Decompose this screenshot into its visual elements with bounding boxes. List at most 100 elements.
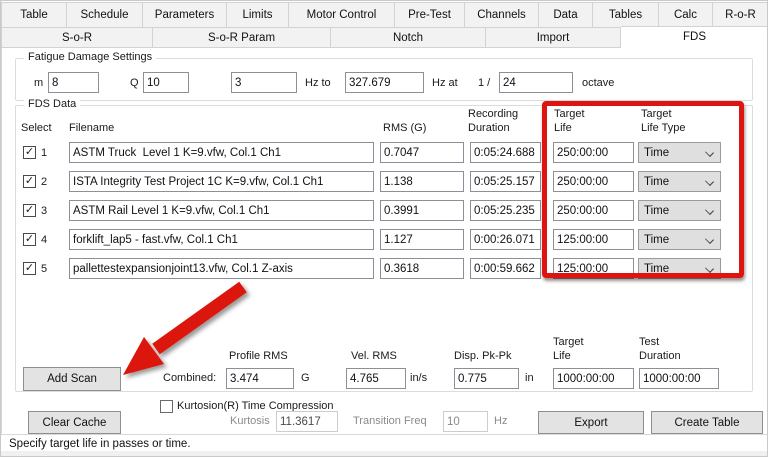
m-label: m	[34, 77, 44, 89]
tab-data[interactable]: Data	[539, 2, 593, 28]
tab-limits[interactable]: Limits	[227, 2, 289, 28]
octave-fraction-input[interactable]	[499, 72, 573, 93]
combined-label: Combined:	[163, 372, 217, 384]
transition-freq-input	[443, 411, 488, 432]
rms-input[interactable]	[380, 200, 464, 221]
target-life-input[interactable]	[553, 142, 634, 163]
disp-unit-label: in	[525, 372, 534, 384]
row-number: 2	[41, 176, 48, 188]
kurtosis-label: Kurtosis	[230, 415, 270, 427]
tab-pre-test[interactable]: Pre-Test	[395, 2, 465, 28]
target-life-input[interactable]	[553, 258, 634, 279]
filename-input[interactable]	[69, 258, 374, 279]
duration-input[interactable]	[470, 171, 541, 192]
test-duration-input[interactable]	[639, 368, 719, 389]
freq-from-input[interactable]	[231, 72, 297, 93]
tab-fds[interactable]: FDS	[621, 26, 767, 48]
col-header-rms: RMS (G)	[383, 122, 427, 134]
combined-unit-label: G	[301, 372, 310, 384]
life-type-dropdown[interactable]: Time	[638, 200, 721, 221]
combined-rms-input[interactable]	[226, 368, 294, 389]
tab-import[interactable]: Import	[486, 28, 621, 48]
chevron-down-icon	[705, 177, 714, 186]
kurtosis-input	[276, 411, 338, 432]
life-type-dropdown[interactable]: Time	[638, 142, 721, 163]
row-number: 4	[41, 234, 48, 246]
rms-input[interactable]	[380, 258, 464, 279]
summary-target-life-input[interactable]	[553, 368, 634, 389]
tab-calc[interactable]: Calc	[659, 2, 713, 28]
tab-strip-top: Table Schedule Parameters Limits Motor C…	[1, 2, 767, 28]
hz-at-label: Hz at	[432, 77, 458, 89]
disp-pkpk-input[interactable]	[454, 368, 519, 389]
life-type-dropdown[interactable]: Time	[638, 258, 721, 279]
target-life-summary-label-line2: Life	[553, 350, 571, 362]
filename-input[interactable]	[69, 200, 374, 221]
row-number: 3	[41, 205, 48, 217]
kurtosion-checkbox[interactable]	[160, 400, 173, 413]
status-text: Specify target life in passes or time.	[9, 438, 191, 450]
tab-table[interactable]: Table	[1, 2, 67, 28]
tab-parameters[interactable]: Parameters	[143, 2, 227, 28]
vel-rms-input[interactable]	[346, 368, 406, 389]
create-table-button[interactable]: Create Table	[651, 411, 763, 434]
life-type-dropdown[interactable]: Time	[638, 171, 721, 192]
octave-fraction-label: 1 /	[478, 77, 491, 89]
test-duration-label-line1: Test	[639, 336, 660, 348]
q-input[interactable]	[143, 72, 189, 93]
col-header-select: Select	[21, 122, 52, 134]
life-type-value: Time	[644, 204, 670, 217]
row-select-checkbox[interactable]: ✓	[23, 233, 36, 246]
row-select-checkbox[interactable]: ✓	[23, 175, 36, 188]
profile-rms-label: Profile RMS	[229, 350, 288, 362]
filename-input[interactable]	[69, 171, 374, 192]
chevron-down-icon	[705, 264, 714, 273]
transition-freq-label: Transition Freq	[353, 415, 427, 427]
rms-input[interactable]	[380, 171, 464, 192]
disp-pkpk-label: Disp. Pk-Pk	[454, 350, 512, 362]
vel-rms-unit-label: in/s	[410, 372, 428, 384]
tab-s-o-r[interactable]: S-o-R	[1, 28, 153, 48]
tab-strip-bottom: S-o-R S-o-R Param Notch Import FDS	[1, 26, 767, 48]
col-header-recording-line1: Recording	[468, 108, 519, 120]
fds-data-group-legend: FDS Data	[24, 98, 81, 110]
rms-input[interactable]	[380, 142, 464, 163]
target-life-input[interactable]	[553, 229, 634, 250]
row-select-checkbox[interactable]: ✓	[23, 146, 36, 159]
fds-tab-window: Table Schedule Parameters Limits Motor C…	[0, 0, 768, 457]
tab-channels[interactable]: Channels	[465, 2, 539, 28]
rms-input[interactable]	[380, 229, 464, 250]
m-input[interactable]	[48, 72, 99, 93]
life-type-value: Time	[644, 175, 670, 188]
row-number: 5	[41, 263, 48, 275]
life-type-dropdown[interactable]: Time	[638, 229, 721, 250]
row-select-checkbox[interactable]: ✓	[23, 262, 36, 275]
life-type-value: Time	[644, 233, 670, 246]
fatigue-group-legend: Fatigue Damage Settings	[24, 51, 157, 63]
tab-r-o-r[interactable]: R-o-R	[713, 2, 767, 28]
octave-label: octave	[582, 77, 615, 89]
export-button[interactable]: Export	[538, 411, 644, 434]
clear-cache-button[interactable]: Clear Cache	[28, 411, 121, 434]
duration-input[interactable]	[470, 200, 541, 221]
freq-to-input[interactable]	[345, 72, 424, 93]
duration-input[interactable]	[470, 229, 541, 250]
filename-input[interactable]	[69, 142, 374, 163]
add-scan-button[interactable]: Add Scan	[23, 367, 121, 391]
duration-input[interactable]	[470, 142, 541, 163]
window-bottom-edge	[1, 451, 767, 456]
chevron-down-icon	[705, 206, 714, 215]
target-life-input[interactable]	[553, 200, 634, 221]
target-life-input[interactable]	[553, 171, 634, 192]
col-header-recording-line2: Duration	[468, 122, 510, 134]
tab-notch[interactable]: Notch	[331, 28, 486, 48]
filename-input[interactable]	[69, 229, 374, 250]
tab-motor-control[interactable]: Motor Control	[289, 2, 395, 28]
row-select-checkbox[interactable]: ✓	[23, 204, 36, 217]
tab-tables[interactable]: Tables	[593, 2, 659, 28]
tab-schedule[interactable]: Schedule	[67, 2, 143, 28]
tab-s-o-r-param[interactable]: S-o-R Param	[153, 28, 331, 48]
col-header-target-type-line1: Target	[641, 108, 672, 120]
hz-unit-label: Hz	[494, 415, 508, 427]
duration-input[interactable]	[470, 258, 541, 279]
